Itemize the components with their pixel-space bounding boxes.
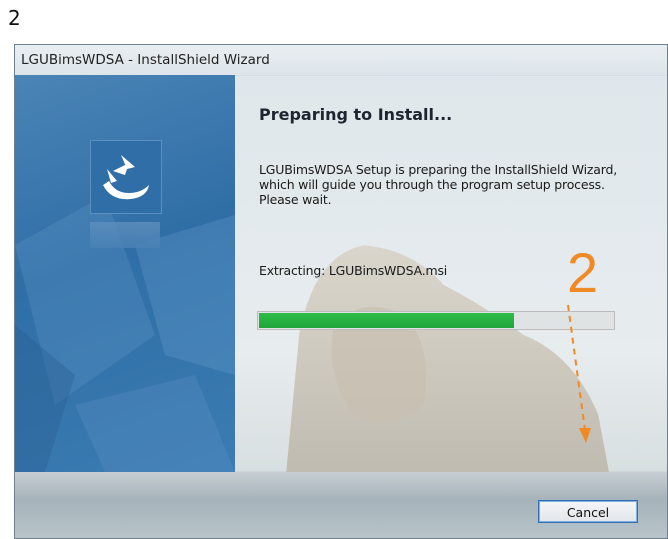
step-number: 2 — [8, 6, 21, 30]
annotation-arrow-line — [567, 304, 586, 431]
annotation-arrow — [567, 304, 591, 443]
annotation-arrow-head — [579, 428, 591, 443]
installshield-window: LGUBimsWDSA - InstallShield Wizard Prepa… — [14, 44, 668, 539]
